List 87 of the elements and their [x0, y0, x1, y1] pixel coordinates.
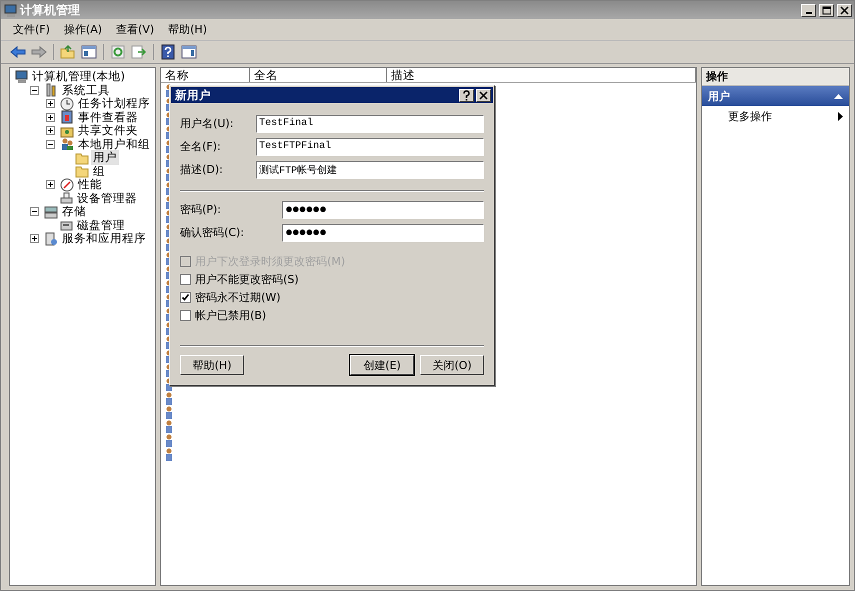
tree-item[interactable]: 本地用户和组: [76, 136, 152, 152]
field-label: 用户名(U):: [180, 116, 234, 131]
folder-icon: [75, 164, 89, 178]
user-icon: [165, 434, 174, 446]
storage-icon: [44, 204, 58, 219]
expand-icon[interactable]: [46, 126, 55, 136]
export-list-icon[interactable]: [131, 44, 147, 60]
checkbox-label: 用户不能更改密码(S): [195, 272, 299, 286]
dialog-button[interactable]: 关闭(O): [420, 355, 484, 375]
tree-item[interactable]: 系统工具: [60, 82, 112, 98]
checkbox[interactable]: [180, 292, 192, 302]
services-icon: [44, 232, 58, 246]
actions-section[interactable]: 用户: [702, 86, 849, 106]
folder-icon: [75, 150, 89, 165]
collapse-icon[interactable]: [834, 93, 843, 99]
text-field[interactable]: TestFTPFinal: [256, 138, 484, 156]
column-header[interactable]: 名称: [161, 68, 250, 82]
field-label: 描述(D):: [180, 162, 224, 177]
close-button[interactable]: [837, 4, 852, 16]
pane-toggle-icon[interactable]: [81, 44, 97, 60]
tree-item[interactable]: 服务和应用程序: [60, 231, 148, 246]
user-icon: [165, 392, 174, 404]
checkbox-label: 密码永不过期(W): [195, 290, 281, 304]
collapse-icon[interactable]: [30, 86, 39, 95]
help-button[interactable]: [459, 88, 474, 102]
expand-icon[interactable]: [46, 112, 55, 122]
field-label: 密码(P):: [180, 202, 222, 217]
computer-icon: [3, 4, 17, 16]
tree-item[interactable]: 任务计划程序: [76, 96, 152, 112]
menu-item[interactable]: 操作(A): [64, 22, 102, 37]
text-field[interactable]: 测试FTP帐号创建: [256, 160, 484, 178]
menu-item[interactable]: 帮助(H): [168, 22, 207, 37]
checkbox[interactable]: [180, 310, 192, 320]
menu-item[interactable]: 文件(F): [13, 22, 50, 37]
help-icon[interactable]: [160, 44, 176, 60]
tree-item[interactable]: 用户: [91, 150, 119, 166]
dialog-button[interactable]: 帮助(H): [180, 355, 244, 375]
menu-item[interactable]: 查看(V): [116, 22, 154, 37]
maximize-icon: [822, 6, 831, 14]
field-label: 全名(F):: [180, 139, 222, 154]
checkbox-label: 帐户已禁用(B): [195, 308, 266, 322]
password-field[interactable]: ●●●●●●: [282, 224, 484, 242]
close-button[interactable]: [476, 88, 492, 102]
expand-icon[interactable]: [46, 99, 55, 108]
close-icon: [479, 90, 488, 100]
expand-icon[interactable]: [46, 180, 55, 190]
tree-item[interactable]: 共享文件夹: [76, 123, 140, 138]
column-header[interactable]: 全名: [250, 68, 388, 82]
user-icon: [165, 448, 174, 460]
window-title: 计算机管理: [20, 2, 80, 18]
tree-item[interactable]: 存储: [60, 204, 88, 220]
text-field[interactable]: TestFinal: [256, 114, 484, 132]
refresh-icon[interactable]: [110, 44, 126, 60]
dialog-button[interactable]: 创建(E): [350, 355, 414, 375]
tree-item[interactable]: 计算机管理(本地): [30, 69, 127, 84]
column-header[interactable]: 描述: [387, 68, 696, 82]
close-icon: [840, 6, 849, 14]
expand-icon[interactable]: [30, 234, 39, 244]
tree-item[interactable]: 磁盘管理: [75, 218, 127, 233]
user-icon: [165, 420, 174, 432]
collapse-icon[interactable]: [46, 140, 55, 149]
tree-item[interactable]: 性能: [76, 177, 104, 192]
submenu-arrow-icon: [838, 112, 843, 121]
action-link[interactable]: 更多操作: [728, 109, 772, 124]
back-arrow-icon[interactable]: [10, 44, 26, 60]
minimize-button[interactable]: [801, 4, 816, 16]
help-icon: [462, 90, 472, 100]
checkbox[interactable]: [180, 274, 192, 284]
forward-arrow-icon[interactable]: [31, 44, 47, 60]
tree-item[interactable]: 事件查看器: [76, 110, 140, 125]
computer-icon: [14, 70, 28, 84]
gauge-icon: [60, 178, 74, 192]
tree-item[interactable]: 组: [91, 164, 107, 179]
users-icon: [60, 137, 74, 152]
minimize-icon: [806, 12, 812, 14]
collapse-icon[interactable]: [30, 207, 39, 216]
dialog-title: 新用户: [175, 88, 212, 102]
action-pane-icon[interactable]: [181, 44, 197, 60]
field-label: 确认密码(C):: [180, 225, 246, 240]
user-icon: [165, 406, 174, 418]
tree-item[interactable]: 设备管理器: [75, 190, 139, 206]
password-field[interactable]: ●●●●●●: [282, 200, 484, 218]
maximize-button[interactable]: [819, 4, 834, 16]
device-icon: [59, 191, 73, 206]
actions-header: 操作: [702, 68, 849, 86]
folder-up-icon[interactable]: [60, 44, 76, 60]
clock-icon: [60, 96, 74, 111]
